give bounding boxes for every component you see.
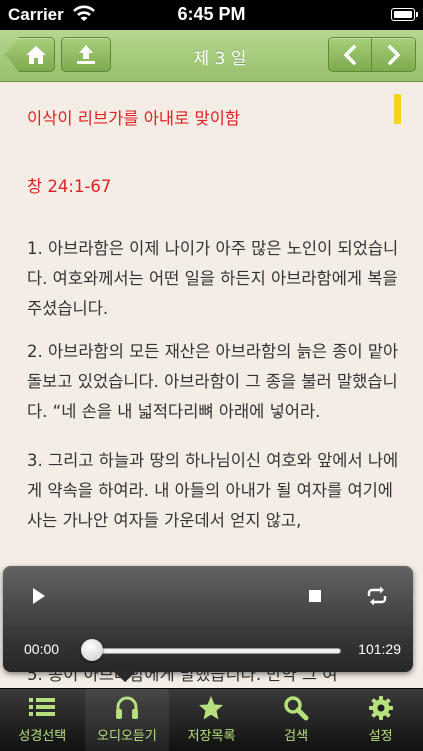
tab-audio[interactable]: 오디오듣기 [84, 689, 170, 751]
chevron-right-icon [387, 44, 400, 65]
tab-bible-select[interactable]: 성경선택 [0, 689, 85, 751]
home-icon [26, 45, 46, 64]
gear-icon [368, 696, 393, 720]
verse-text: 1. 아브라함은 이제 나이가 아주 많은 노인이 되었습니다. 여호와께서는 … [27, 239, 399, 318]
total-time: 101:29 [358, 641, 401, 657]
tab-bar: 성경선택 오디오듣기 저장목록 검색 설정 [0, 688, 423, 751]
tab-label: 저장목록 [187, 729, 236, 744]
star-icon [199, 696, 224, 720]
progress-slider-knob[interactable] [81, 639, 103, 661]
tab-saved-list[interactable]: 저장목록 [169, 689, 254, 751]
chevron-left-icon [344, 44, 356, 65]
home-button[interactable] [5, 37, 55, 72]
tab-label: 오디오듣기 [96, 729, 157, 744]
upload-icon [77, 44, 95, 64]
battery-icon [391, 8, 418, 21]
stop-icon[interactable] [309, 590, 321, 602]
list-icon [29, 698, 56, 716]
status-bar: Carrier 6:45 PM [0, 0, 423, 30]
progress-track[interactable] [89, 648, 341, 654]
day-title: 제 3 일 [193, 49, 247, 69]
chapter-reference: 창 24:1-67 [27, 177, 112, 196]
player-progress-bar: 00:00 101:29 [3, 626, 413, 672]
headphones-icon [115, 696, 138, 719]
chapter-title: 이삭이 리브가를 아내로 맞이함 [27, 109, 241, 128]
tab-label: 검색 [284, 729, 309, 744]
player-controls [3, 566, 413, 627]
audio-player: 00:00 101:29 [3, 566, 413, 682]
tab-search[interactable]: 검색 [254, 689, 339, 751]
verse-text: 3. 그리고 하늘과 땅의 하나님이신 여호와 앞에서 나에게 약속을 하여라.… [27, 451, 399, 530]
popup-pointer [112, 670, 138, 682]
status-time: 6:45 PM [177, 4, 246, 24]
tab-settings[interactable]: 설정 [338, 689, 423, 751]
verse-text: 2. 아브라함의 모든 재산은 아브라함의 늙은 종이 맡아 돌보고 있었습니다… [27, 342, 399, 421]
next-button[interactable] [372, 37, 416, 72]
play-icon[interactable] [33, 588, 45, 604]
previous-button[interactable] [328, 37, 372, 72]
navigation-bar: 제 3 일 [0, 30, 423, 82]
tab-label: 성경선택 [18, 729, 67, 744]
repeat-icon[interactable] [365, 585, 389, 607]
current-time: 00:00 [24, 641, 60, 657]
search-icon [284, 696, 309, 721]
share-button[interactable] [61, 37, 111, 72]
tab-label: 설정 [368, 729, 393, 744]
